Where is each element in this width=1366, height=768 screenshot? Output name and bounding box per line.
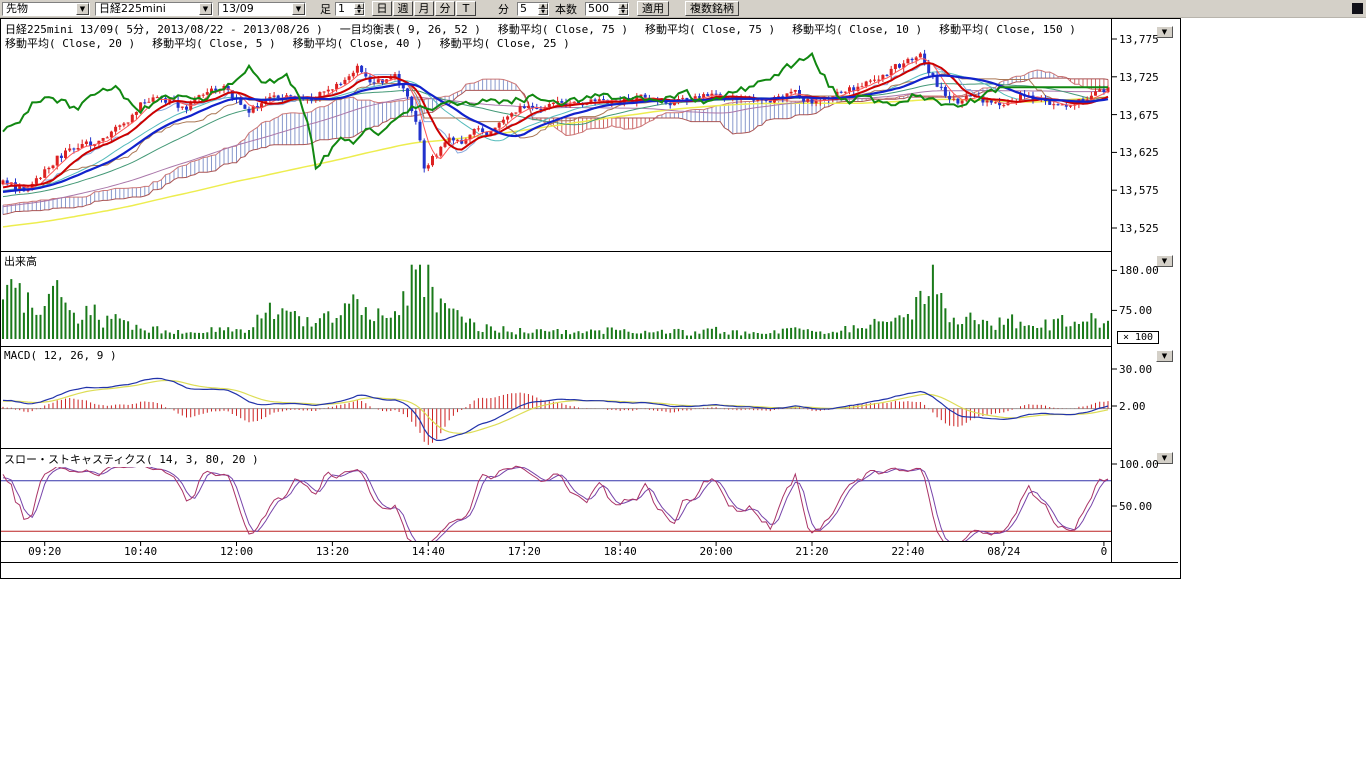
chevron-down-icon[interactable]: ▼ — [199, 3, 212, 15]
bar-count-spinner[interactable]: 500 ▲ ▼ — [585, 2, 629, 16]
bar-count-value: 500 — [586, 3, 618, 15]
spinner-down-icon[interactable]: ▼ — [354, 9, 364, 15]
chevron-down-icon[interactable]: ▼ — [292, 3, 305, 15]
chart-plot-area[interactable] — [1, 19, 1180, 578]
spinner-down-icon[interactable]: ▼ — [538, 9, 548, 15]
interval-value: 1 — [336, 3, 354, 15]
minute-value-spinner[interactable]: 5 ▲ ▼ — [517, 2, 549, 16]
period-button-週[interactable]: 週 — [393, 1, 413, 16]
multi-symbol-button[interactable]: 複数銘柄 — [685, 1, 739, 16]
period-button-月[interactable]: 月 — [414, 1, 434, 16]
volume-multiplier-badge: × 100 — [1117, 331, 1159, 344]
stoch-pane-menu-button[interactable]: ▼ — [1156, 452, 1173, 464]
contract-month-value: 13/09 — [222, 3, 292, 15]
symbol-select[interactable]: 日経225mini ▼ — [95, 2, 213, 16]
instrument-category-value: 先物 — [6, 3, 76, 15]
toolbar: 先物 ▼ 日経225mini ▼ 13/09 ▼ 足 1 ▲ ▼ 日週月分T 分… — [0, 0, 1366, 18]
period-button-T[interactable]: T — [456, 1, 476, 16]
chart-panel: 日経225mini 13/09( 5分, 2013/08/22 - 2013/0… — [0, 18, 1181, 579]
minute-value: 5 — [518, 3, 538, 15]
period-buttons: 日週月分T — [371, 1, 476, 16]
spinner-down-icon[interactable]: ▼ — [618, 9, 628, 15]
bar-type-label: 足 — [320, 1, 331, 17]
price-pane-menu-button[interactable]: ▼ — [1156, 26, 1173, 38]
macd-pane-menu-button[interactable]: ▼ — [1156, 350, 1173, 362]
period-button-日[interactable]: 日 — [372, 1, 392, 16]
horizontal-scrollbar-track[interactable] — [1, 563, 1178, 577]
period-button-分[interactable]: 分 — [435, 1, 455, 16]
window-corner-box — [1352, 3, 1363, 14]
apply-button[interactable]: 適用 — [637, 1, 669, 16]
chevron-down-icon[interactable]: ▼ — [76, 3, 89, 15]
bar-count-label: 本数 — [555, 1, 577, 17]
volume-pane-menu-button[interactable]: ▼ — [1156, 255, 1173, 267]
minute-mode-label: 分 — [498, 1, 509, 17]
contract-month-select[interactable]: 13/09 ▼ — [218, 2, 306, 16]
symbol-value: 日経225mini — [99, 3, 199, 15]
instrument-category-select[interactable]: 先物 ▼ — [2, 2, 90, 16]
interval-spinner[interactable]: 1 ▲ ▼ — [335, 2, 365, 16]
